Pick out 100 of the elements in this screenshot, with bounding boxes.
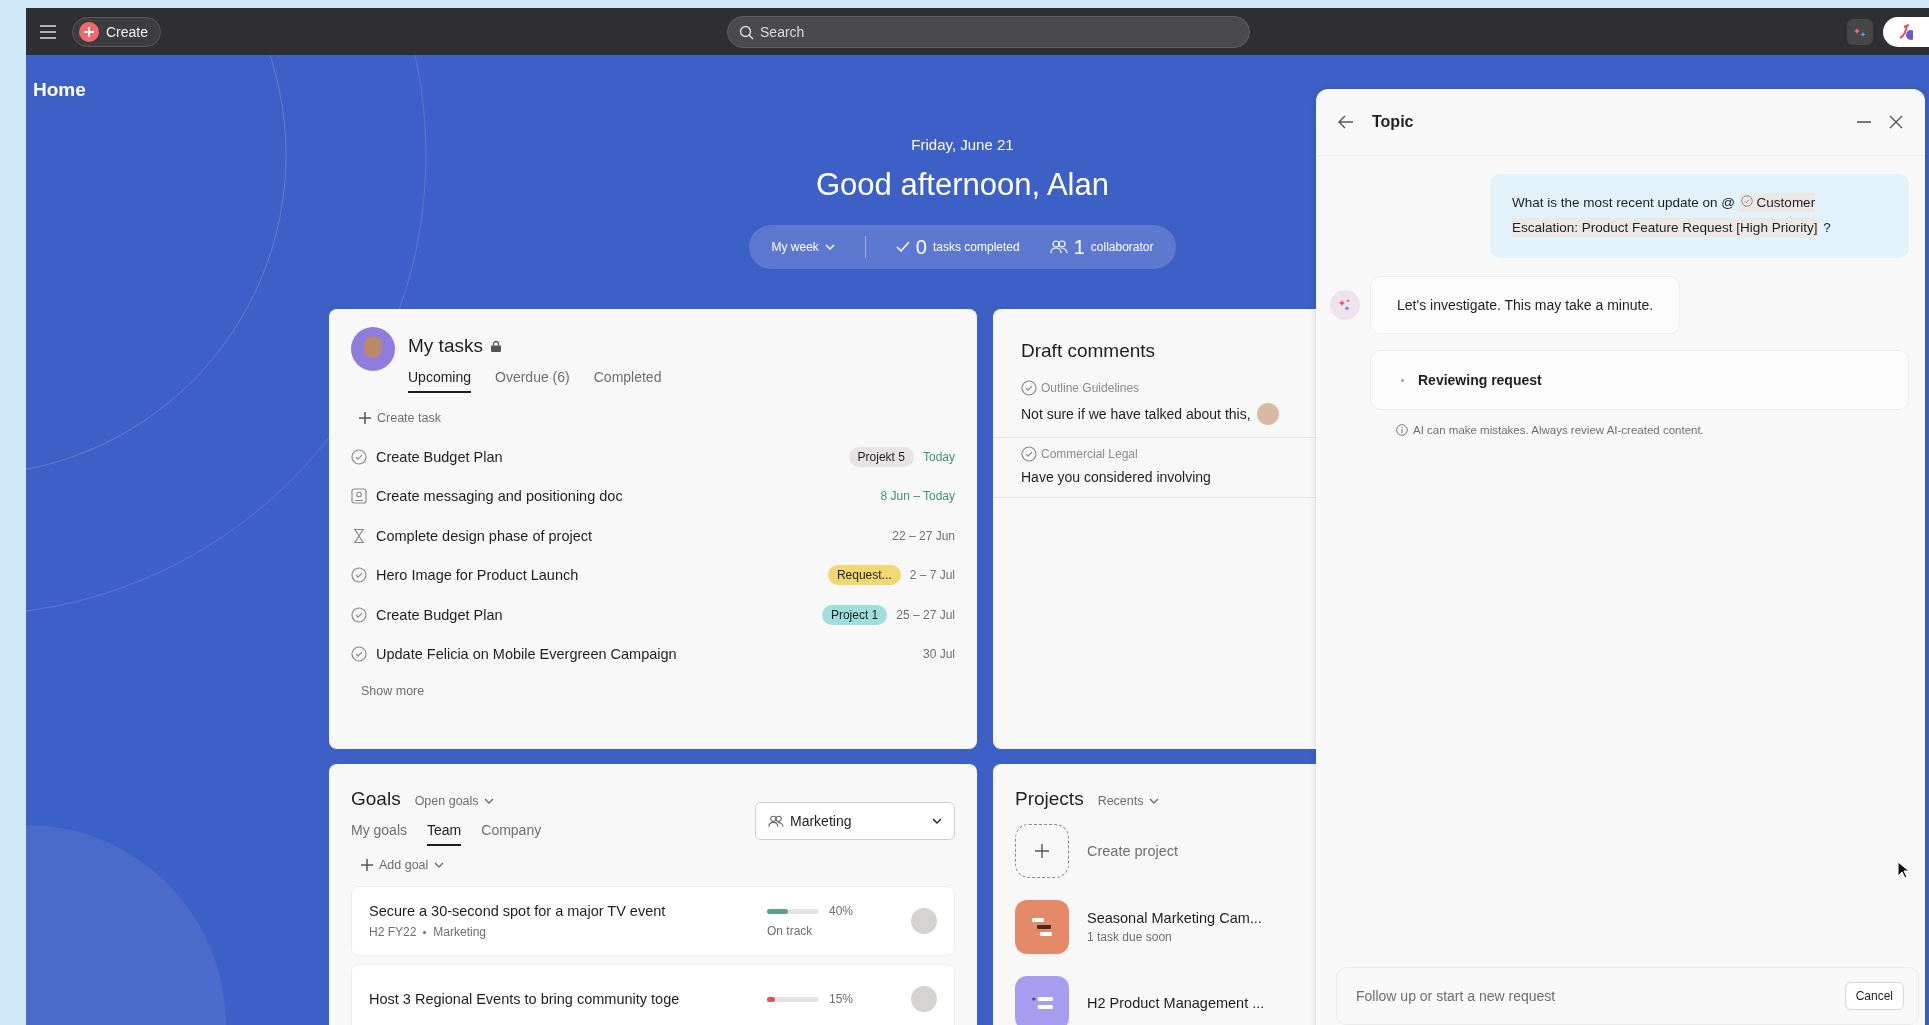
check-circle-icon xyxy=(351,606,367,623)
add-goal-button[interactable]: Add goal xyxy=(361,858,445,872)
project-name[interactable]: Seasonal Marketing Cam... xyxy=(1087,910,1262,926)
project-icon[interactable] xyxy=(1015,900,1069,954)
progress-bar xyxy=(767,996,819,1002)
team-dropdown[interactable]: Marketing xyxy=(755,802,955,840)
check-circle-icon xyxy=(1740,195,1753,207)
task-name[interactable]: Complete design phase of project xyxy=(376,527,884,544)
goal-name: Host 3 Regional Events to bring community toge xyxy=(369,991,681,1007)
page-title: Home xyxy=(33,79,87,102)
goal-period: H2 FY22 xyxy=(369,925,417,939)
greeting: Good afternoon, Alan xyxy=(816,167,1109,203)
account-button[interactable] xyxy=(1883,16,1929,47)
project-tag: Project 1 xyxy=(821,604,888,625)
status-text: Reviewing request xyxy=(1418,372,1542,388)
chevron-down-icon xyxy=(932,818,942,824)
due-date: 30 Jul xyxy=(922,647,955,662)
collaborators-count: 1 xyxy=(1073,235,1085,259)
due-date: Today xyxy=(922,449,955,464)
task-name[interactable]: Hero Image for Product Launch xyxy=(376,567,819,584)
project-tag: Request... xyxy=(827,565,901,586)
task-name[interactable]: Create Budget Plan xyxy=(376,606,813,623)
plus-icon xyxy=(79,21,99,42)
list-icon xyxy=(1031,997,1053,1009)
check-circle-icon xyxy=(351,646,367,663)
check-circle-icon xyxy=(1021,446,1037,462)
panel-title: Topic xyxy=(1372,113,1415,131)
project-name[interactable]: H2 Product Management ... xyxy=(1087,995,1265,1011)
card-title: Projects xyxy=(1015,788,1084,810)
due-date: 8 Jun – Today xyxy=(880,489,955,504)
tab[interactable]: Completed xyxy=(593,365,662,393)
lock-icon xyxy=(490,340,501,352)
timeline-icon xyxy=(1032,918,1052,936)
tab[interactable]: Company xyxy=(481,818,542,846)
people-icon xyxy=(1049,240,1068,254)
period-dropdown[interactable]: My week xyxy=(771,240,835,254)
close-button[interactable] xyxy=(1889,115,1903,129)
projects-filter-dropdown[interactable]: Recents xyxy=(1097,794,1159,808)
goal-status: On track xyxy=(767,924,814,938)
back-arrow-icon xyxy=(1338,115,1354,129)
loading-dot-icon xyxy=(1401,378,1404,382)
tab[interactable]: Upcoming xyxy=(408,365,472,393)
cancel-button[interactable]: Cancel xyxy=(1844,982,1904,1010)
show-more-link[interactable]: Show more xyxy=(361,684,425,698)
back-button[interactable] xyxy=(1338,115,1354,129)
task-name[interactable]: Create Budget Plan xyxy=(376,448,840,465)
search-field[interactable]: Search xyxy=(727,15,1251,48)
create-task-button[interactable]: Create task xyxy=(359,411,441,425)
goal-card[interactable]: Secure a 30-second spot for a major TV event H2 FY22 Marketing 40% On track xyxy=(351,886,955,956)
tab[interactable]: Team xyxy=(427,818,462,846)
logo-icon xyxy=(1897,22,1913,41)
goals-filter-dropdown[interactable]: Open goals xyxy=(414,794,494,808)
due-date: 22 – 27 Jun xyxy=(892,528,955,543)
tab[interactable]: Overdue (6) xyxy=(495,365,570,393)
disclaimer-text: AI can make mistakes. Always review AI-created content. xyxy=(1413,424,1704,436)
user-message: What is the most recent update on @ Customer Escalation: Product Feature Request [High Priority] ? xyxy=(1490,174,1909,258)
check-circle-icon xyxy=(351,567,367,584)
progress-percent: 40% xyxy=(829,904,854,918)
mouse-pointer-icon xyxy=(1897,861,1909,879)
hourglass-icon xyxy=(351,527,367,544)
due-date: 2 – 7 Jul xyxy=(909,568,955,583)
owner-avatar xyxy=(911,986,937,1012)
collaborators-label: collaborator xyxy=(1090,240,1154,254)
card-title: Draft comments xyxy=(1021,340,1156,361)
close-icon xyxy=(1889,115,1903,129)
menu-button[interactable] xyxy=(40,24,56,39)
task-name[interactable]: Update Felicia on Mobile Evergreen Campaign xyxy=(376,646,914,663)
project-meta: 1 task due soon xyxy=(1087,930,1173,944)
menu-icon xyxy=(40,24,56,39)
create-project-link[interactable]: Create project xyxy=(1087,843,1179,859)
tab[interactable]: My goals xyxy=(351,818,408,846)
plus-icon xyxy=(361,859,373,871)
project-icon[interactable] xyxy=(1015,976,1069,1025)
owner-avatar xyxy=(911,908,937,934)
check-circle-icon xyxy=(1021,380,1037,396)
card-title: My tasks xyxy=(408,335,483,357)
sparkle-button[interactable] xyxy=(1847,18,1873,45)
create-project-button[interactable] xyxy=(1015,824,1069,878)
person-badge-icon xyxy=(351,488,367,505)
check-icon xyxy=(895,241,910,253)
progress-bar xyxy=(767,908,819,914)
date-text: Friday, June 21 xyxy=(911,136,1014,153)
dot-separator-icon xyxy=(423,931,427,934)
project-tag: Projekt 5 xyxy=(848,446,914,467)
minimize-icon xyxy=(1857,121,1871,123)
ai-message: Let's investigate. This may take a minute. xyxy=(1370,276,1681,334)
chevron-down-icon xyxy=(1148,798,1159,804)
info-icon xyxy=(1396,424,1408,436)
tasks-label: tasks completed xyxy=(932,240,1020,254)
mention-avatar xyxy=(1256,403,1279,425)
goal-team: Marketing xyxy=(433,925,487,939)
people-icon xyxy=(768,814,784,828)
goal-card[interactable]: Host 3 Regional Events to bring community toge 15% xyxy=(351,964,955,1025)
chevron-down-icon xyxy=(483,798,494,804)
create-button[interactable]: Create xyxy=(72,16,162,47)
due-date: 25 – 27 Jul xyxy=(896,607,955,622)
request-input-field[interactable]: Follow up or start a new request Cancel xyxy=(1336,967,1919,1025)
task-name[interactable]: Create messaging and positioning doc xyxy=(376,488,872,505)
chevron-down-icon xyxy=(434,862,445,868)
chevron-down-icon xyxy=(824,244,835,250)
